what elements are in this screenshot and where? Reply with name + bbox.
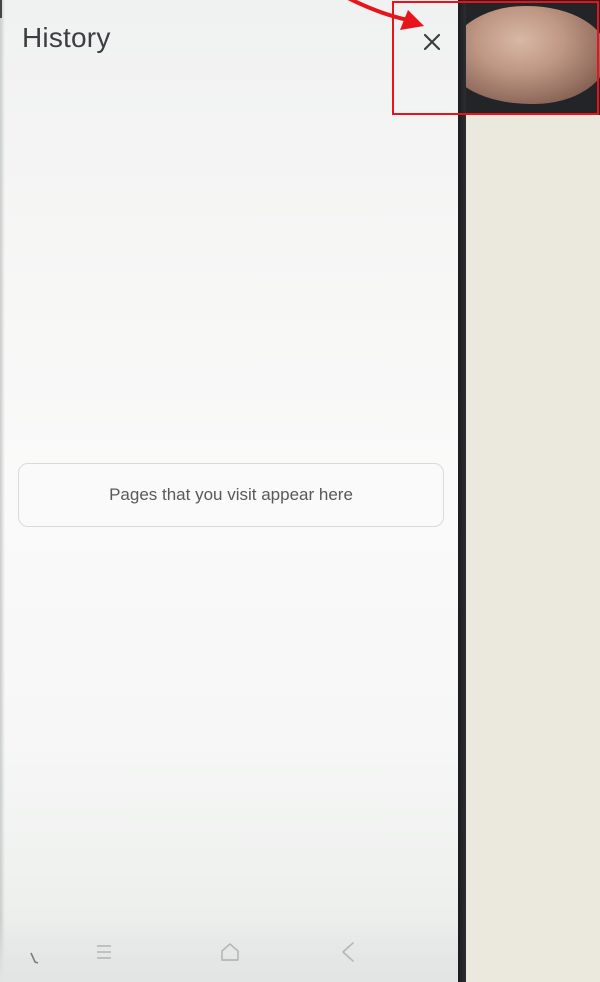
back-button[interactable] <box>330 934 366 970</box>
pen-icon <box>30 952 39 964</box>
empty-state-message: Pages that you visit appear here <box>109 485 353 504</box>
system-nav-bar <box>0 922 460 982</box>
background-surface <box>460 115 600 982</box>
home-button[interactable] <box>212 934 248 970</box>
annotation-arrow-icon <box>347 0 424 30</box>
empty-state-card: Pages that you visit appear here <box>18 463 444 527</box>
recent-apps-button[interactable] <box>86 934 122 970</box>
history-screen: History Pages that you visit appear here <box>0 0 460 982</box>
recent-apps-icon <box>97 945 111 959</box>
image-border-mark <box>0 0 2 18</box>
signal-glyph <box>26 950 42 966</box>
page-title: History <box>22 22 111 53</box>
home-icon <box>221 943 239 961</box>
back-icon <box>342 942 354 962</box>
screen-edge <box>0 0 5 982</box>
phone-bezel <box>458 0 466 982</box>
